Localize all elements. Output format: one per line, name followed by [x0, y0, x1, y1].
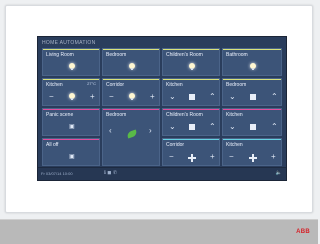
accent-strip: [103, 49, 159, 50]
light-bulb-icon: [69, 93, 75, 100]
tile-label: Kitchen: [46, 82, 63, 88]
scene-icon: ▣: [69, 154, 75, 160]
accent-strip: [163, 109, 219, 110]
accent-strip: [43, 79, 99, 80]
blind-icon: [250, 94, 256, 100]
tile-living-room[interactable]: Living Room: [42, 48, 100, 76]
tile-label: Bedroom: [226, 82, 247, 88]
plus-icon[interactable]: +: [90, 93, 95, 101]
tile-bathroom[interactable]: Bathroom: [222, 48, 282, 76]
temperature-readout: 27°C: [87, 81, 96, 86]
tile-bedroom[interactable]: Bedroom: [102, 48, 160, 76]
chevron-up-icon[interactable]: ⌃: [209, 93, 216, 101]
chevron-up-icon[interactable]: ⌃: [209, 123, 216, 131]
accent-strip: [223, 109, 281, 110]
tile-corridor-fan[interactable]: Corridor − +: [162, 138, 220, 166]
plus-icon[interactable]: +: [150, 93, 155, 101]
tile-label: Children's Room: [166, 52, 203, 58]
chevron-up-icon[interactable]: ⌃: [271, 123, 278, 131]
tile-label: All off: [46, 142, 59, 148]
accent-strip: [103, 79, 159, 80]
accent-strip: [43, 139, 99, 140]
accent-strip: [223, 139, 281, 140]
light-bulb-icon: [129, 63, 135, 70]
minus-icon[interactable]: −: [49, 93, 54, 101]
tile-label: Bedroom: [106, 52, 127, 58]
tile-kitchen[interactable]: Kitchen 27°C − +: [42, 78, 100, 106]
chevron-right-icon[interactable]: ›: [149, 127, 152, 135]
minus-icon[interactable]: −: [229, 153, 234, 161]
accent-strip: [163, 139, 219, 140]
tile-childrens-room[interactable]: Children's Room: [162, 48, 220, 76]
blind-icon: [189, 124, 195, 130]
tile-label: Kitchen: [166, 82, 183, 88]
accent-strip: [163, 79, 219, 80]
status-icons[interactable]: ℹ ◼ ✆: [104, 170, 117, 176]
scene-icon: ▣: [69, 124, 75, 130]
tile-bedroom-blinds[interactable]: Bedroom ⌄ ⌃: [222, 78, 282, 106]
date-time: Fr 03/07/14 10:00: [41, 171, 73, 176]
tile-panic-scene[interactable]: Panic scene ▣: [42, 108, 100, 136]
accent-strip: [43, 109, 99, 110]
fan-icon: [249, 154, 257, 162]
tile-label: Panic scene: [46, 112, 74, 118]
tile-bedroom-eco[interactable]: Bedroom ‹ ›: [102, 108, 160, 166]
tile-kitchen-blinds[interactable]: Kitchen ⌄ ⌃: [162, 78, 220, 106]
minus-icon[interactable]: −: [169, 153, 174, 161]
chevron-up-icon[interactable]: ⌃: [271, 93, 278, 101]
tile-label: Corridor: [106, 82, 125, 88]
fan-icon: [188, 154, 196, 162]
tile-label: Bedroom: [106, 112, 127, 118]
status-bar: Fr 03/07/14 10:00 ℹ ◼ ✆ 🔈: [38, 167, 286, 180]
tile-label: Bathroom: [226, 52, 248, 58]
plus-icon[interactable]: +: [210, 153, 215, 161]
accent-strip: [103, 109, 159, 110]
light-bulb-icon: [69, 63, 75, 70]
accent-strip: [163, 49, 219, 50]
tile-label: Kitchen: [226, 142, 243, 148]
chevron-down-icon[interactable]: ⌄: [169, 93, 176, 101]
tile-corridor[interactable]: Corridor − +: [102, 78, 160, 106]
speaker-icon[interactable]: 🔈: [276, 170, 282, 176]
chevron-down-icon[interactable]: ⌄: [169, 123, 176, 131]
home-automation-screen: HOME AUTOMATION Living Room Bedroom Chil…: [37, 36, 287, 181]
chevron-left-icon[interactable]: ‹: [109, 127, 112, 135]
accent-strip: [223, 79, 281, 80]
tile-kitchen-fan[interactable]: Kitchen − +: [222, 138, 282, 166]
accent-strip: [43, 49, 99, 50]
chevron-down-icon[interactable]: ⌄: [229, 123, 236, 131]
plus-icon[interactable]: +: [271, 153, 276, 161]
light-bulb-icon: [250, 63, 256, 70]
chevron-down-icon[interactable]: ⌄: [229, 93, 236, 101]
page-title: HOME AUTOMATION: [42, 40, 96, 46]
leaf-icon: [126, 129, 138, 139]
tile-kitchen-blinds-2[interactable]: Kitchen ⌄ ⌃: [222, 108, 282, 136]
blind-icon: [250, 124, 256, 130]
brand-logo: ABB: [296, 229, 310, 235]
tile-all-off[interactable]: All off ▣: [42, 138, 100, 166]
tile-childrens-room-blinds[interactable]: Children's Room ⌄ ⌃: [162, 108, 220, 136]
light-bulb-icon: [129, 93, 135, 100]
accent-strip: [223, 49, 281, 50]
tile-label: Corridor: [166, 142, 185, 148]
device-bottom-bar: [0, 219, 318, 244]
tile-label: Children's Room: [166, 112, 203, 118]
tile-label: Living Room: [46, 52, 74, 58]
tile-label: Kitchen: [226, 112, 243, 118]
blind-icon: [189, 94, 195, 100]
light-bulb-icon: [189, 63, 195, 70]
minus-icon[interactable]: −: [109, 93, 114, 101]
